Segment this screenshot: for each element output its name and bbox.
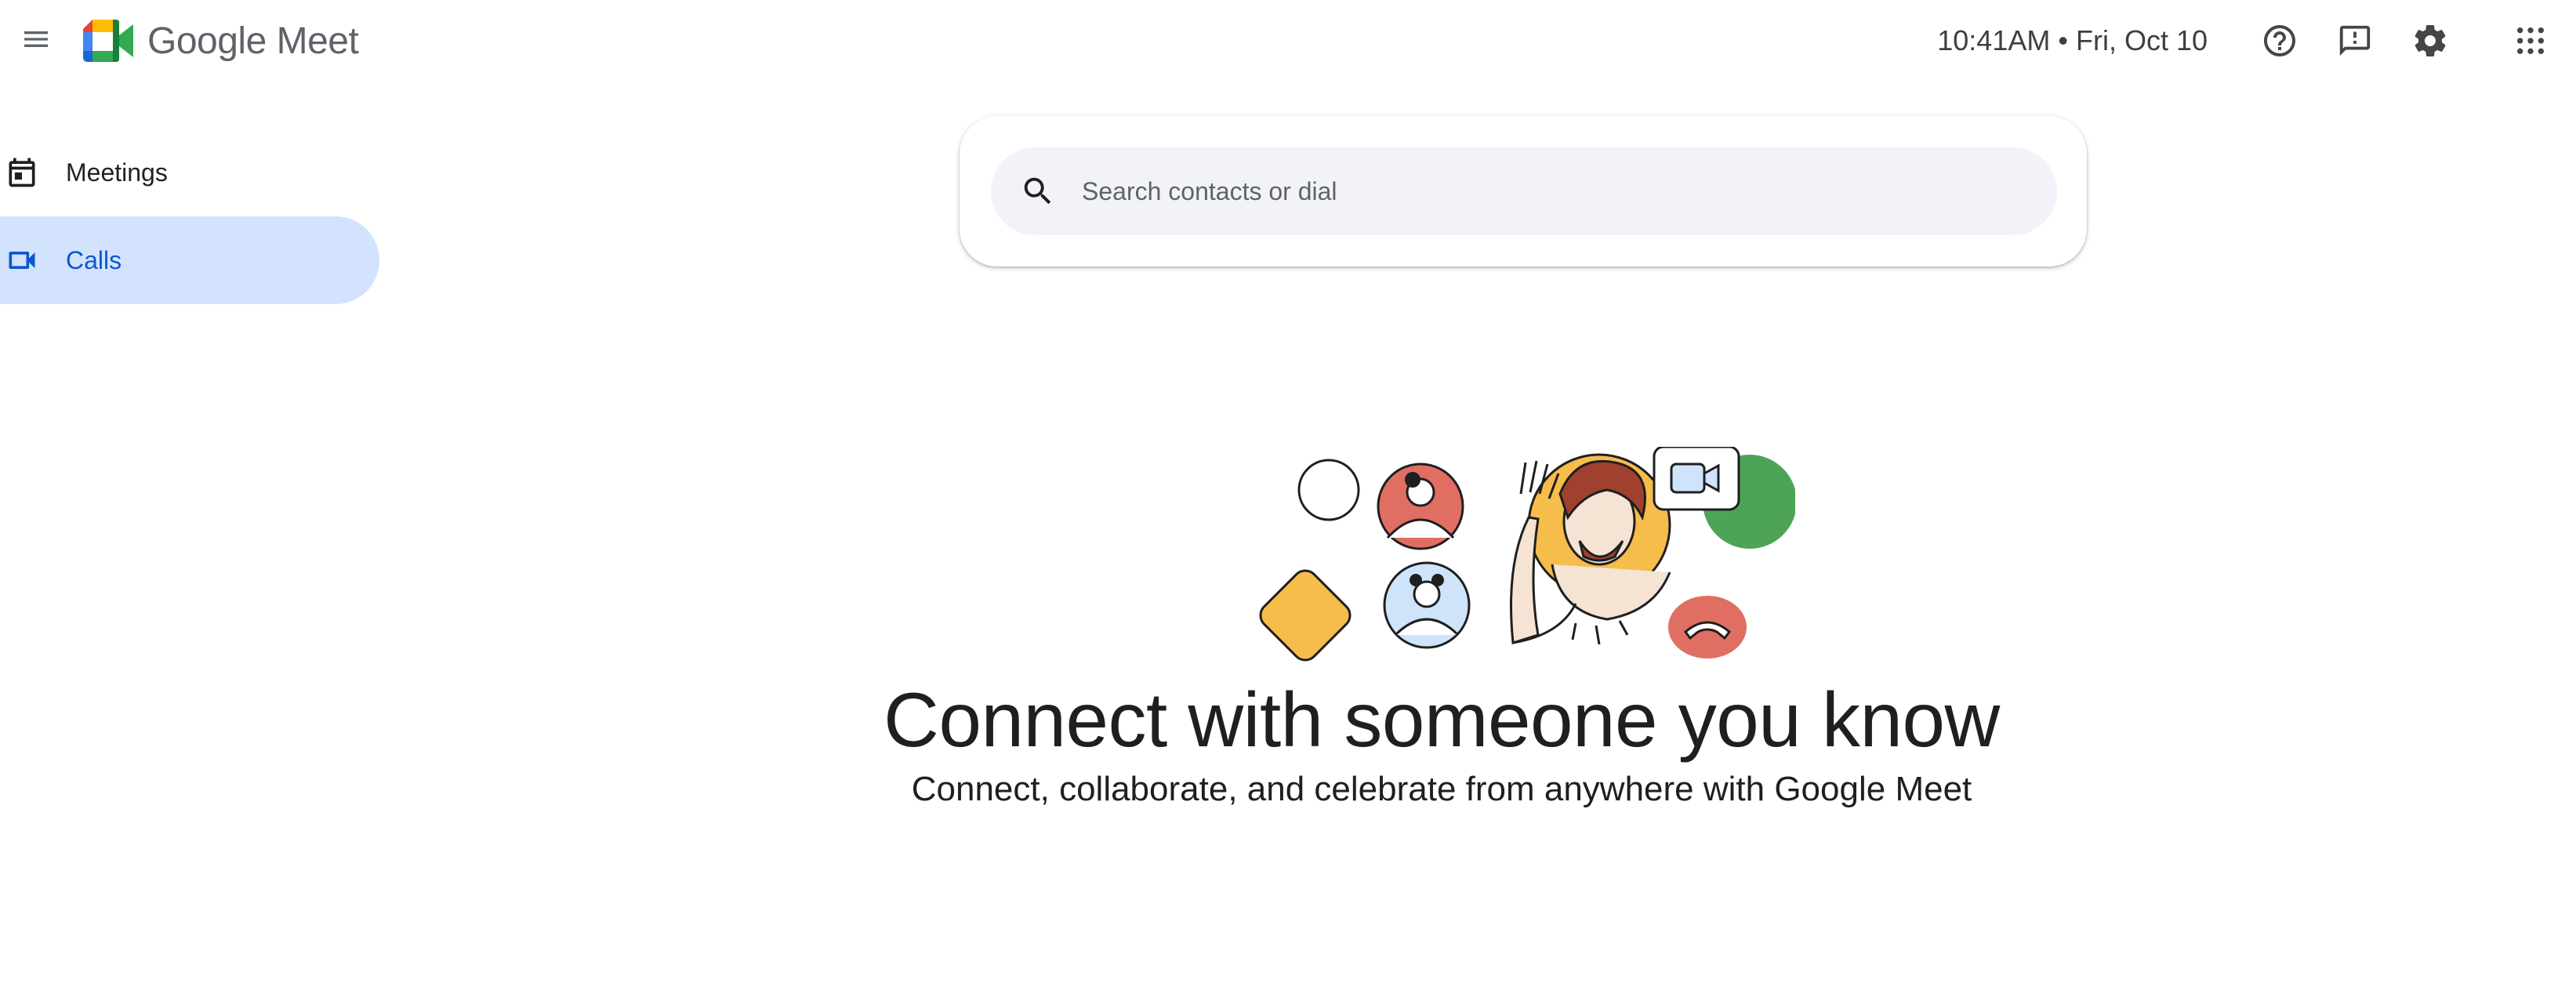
google-apps-button[interactable] — [2501, 11, 2560, 71]
sidebar-item-calls[interactable]: Calls — [0, 216, 379, 304]
google-meet-logo[interactable]: Google Meet — [82, 16, 359, 66]
google-meet-logo-icon — [83, 20, 133, 62]
sidebar-item-label: Calls — [66, 245, 122, 274]
calendar-icon — [0, 151, 44, 194]
search-card — [960, 116, 2087, 267]
empty-avatar-circle — [1297, 459, 1360, 521]
hero-heading: Connect with someone you know — [0, 676, 2576, 764]
yellow-diamond-shape — [1259, 569, 1351, 662]
google-meet-app: Google Meet 10:41AM • Fri, Oct 10 Meetin… — [0, 0, 2576, 994]
hero-subtitle: Connect, collaborate, and celebrate from… — [911, 770, 1972, 808]
logo-google-text: Google — [147, 20, 267, 62]
hero-title: Connect with someone you know — [883, 677, 2000, 763]
avatar-blue-illustration — [1383, 561, 1471, 649]
avatar-red-illustration — [1377, 463, 1464, 550]
gear-icon — [2415, 25, 2446, 56]
logo-wordmark: Google Meet — [147, 20, 359, 63]
connect-illustration — [1259, 447, 1795, 662]
sidebar-item-label: Meetings — [66, 158, 168, 187]
help-icon — [2264, 25, 2295, 56]
video-camera-icon — [0, 238, 44, 282]
sidebar-item-meetings[interactable]: Meetings — [0, 129, 379, 216]
header-actions: 10:41AM • Fri, Oct 10 — [1937, 11, 2576, 71]
waving-person-illustration — [1510, 453, 1671, 645]
apps-grid-icon — [2517, 27, 2544, 54]
hamburger-menu-icon — [24, 31, 48, 47]
settings-button[interactable] — [2400, 11, 2460, 71]
top-bar: Google Meet 10:41AM • Fri, Oct 10 — [0, 0, 2576, 82]
hangup-button-illustration — [1668, 596, 1747, 658]
logo-meet-text: Meet — [276, 20, 359, 62]
search-icon — [1014, 168, 1061, 215]
help-button[interactable] — [2250, 11, 2309, 71]
video-bubble-illustration — [1653, 447, 1740, 511]
feedback-icon — [2339, 25, 2371, 56]
main-menu-button[interactable] — [13, 16, 60, 63]
search-input[interactable] — [1080, 176, 2024, 207]
search-box[interactable] — [991, 147, 2057, 235]
hero-subheading: Connect, collaborate, and celebrate from… — [0, 770, 2576, 809]
feedback-button[interactable] — [2325, 11, 2385, 71]
sidebar-nav: Meetings Calls — [0, 129, 381, 304]
clock-date: 10:41AM • Fri, Oct 10 — [1937, 24, 2208, 56]
